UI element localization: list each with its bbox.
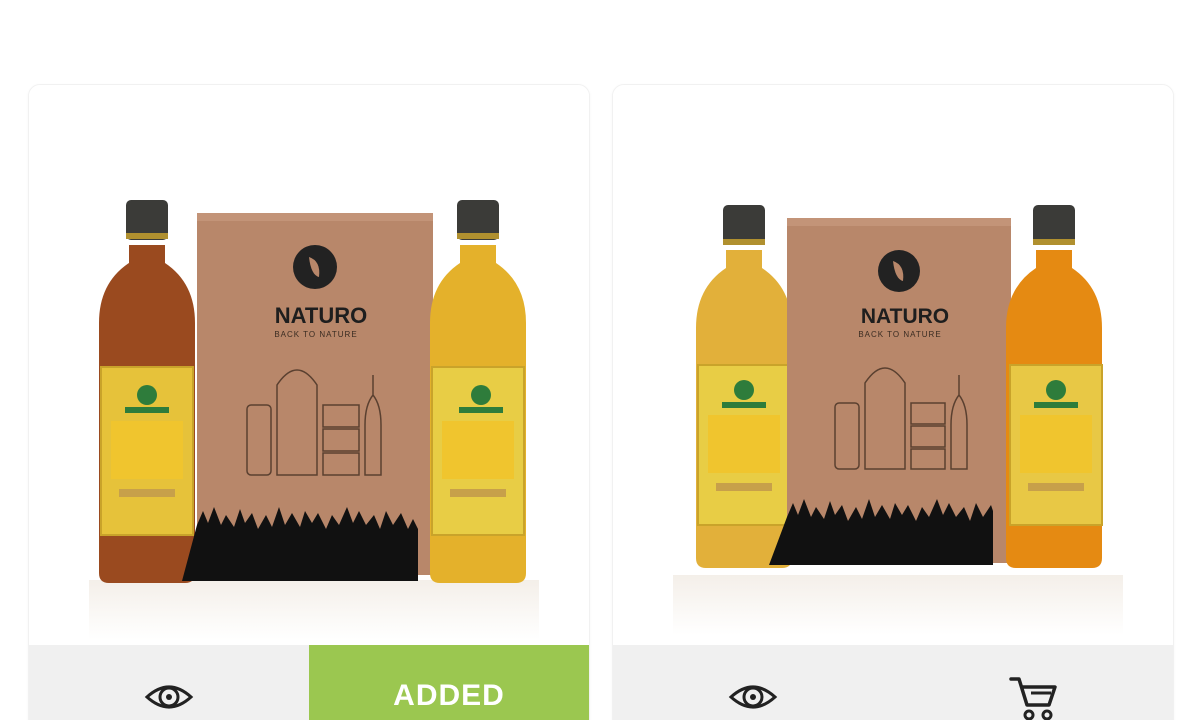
product-grid: NATURO BACK TO NATURE ADDED NATURO BACK … [0,0,1200,720]
eye-icon [144,685,194,709]
added-label: ADDED [393,679,505,712]
product-image[interactable]: NATURO BACK TO NATURE [613,85,1173,645]
box-brand-name: NATURO [861,305,949,328]
product-card[interactable]: NATURO BACK TO NATURE [28,84,590,720]
box-brand-name: NATURO [275,303,367,328]
quick-view-button[interactable] [29,645,309,720]
gift-box: NATURO BACK TO NATURE [769,218,1011,565]
quick-view-button[interactable] [613,645,893,720]
product-action-bar [613,645,1173,720]
bottle-right [1006,205,1103,568]
bottle-left [99,200,195,583]
product-card[interactable]: NATURO BACK TO NATURE [612,84,1174,720]
add-to-cart-button[interactable] [893,645,1173,720]
bottle-left [696,205,792,568]
gift-box: NATURO BACK TO NATURE [182,213,433,581]
bottle-right [430,200,526,583]
product-image[interactable]: NATURO BACK TO NATURE [29,85,589,645]
box-tagline: BACK TO NATURE [274,330,357,339]
cart-icon [1009,677,1057,720]
added-to-cart-button[interactable]: ADDED [309,645,589,720]
box-tagline: BACK TO NATURE [858,330,941,339]
eye-icon [728,685,778,709]
product-action-bar: ADDED [29,645,589,720]
